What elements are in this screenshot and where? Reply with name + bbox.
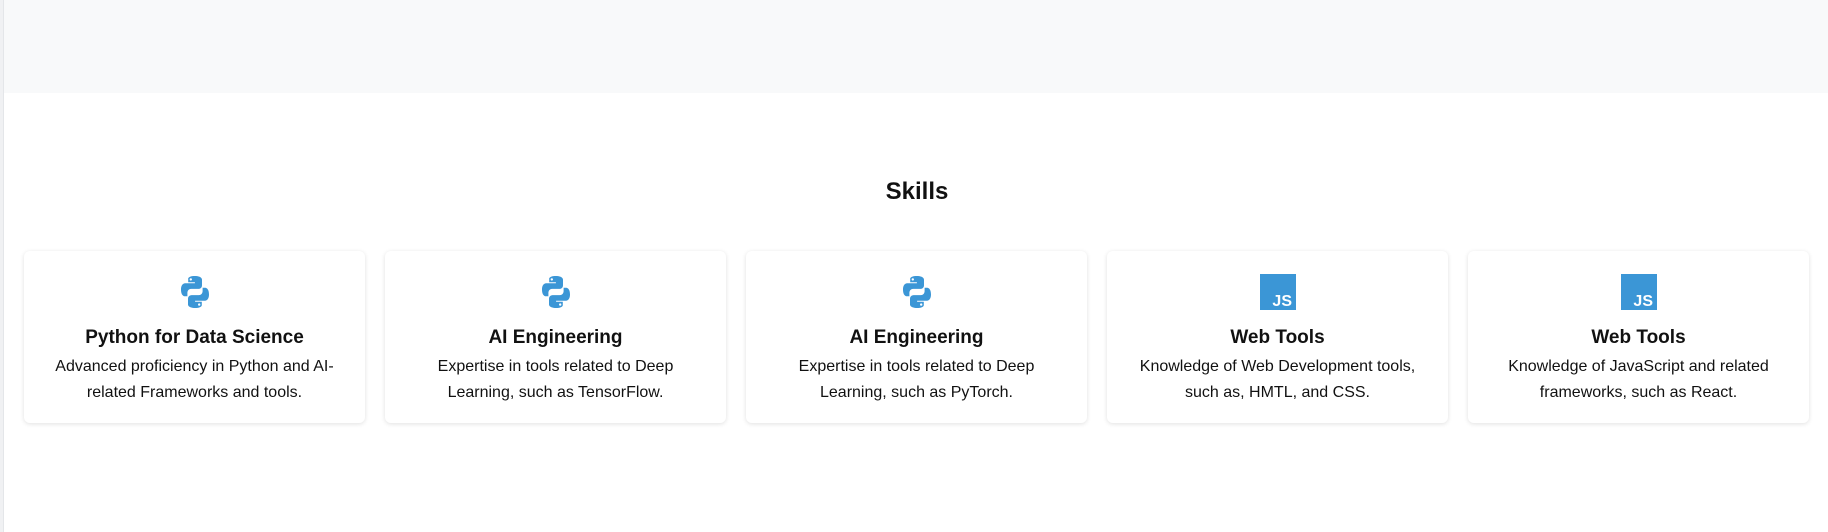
skill-card-description: Advanced proficiency in Python and AI-re… bbox=[55, 358, 334, 401]
svg-text:JS: JS bbox=[1272, 293, 1292, 310]
python-icon bbox=[177, 274, 213, 310]
python-icon bbox=[899, 274, 935, 310]
javascript-icon: JS bbox=[1259, 274, 1296, 310]
skill-card-title: AI Engineering bbox=[849, 327, 984, 348]
python-icon bbox=[538, 274, 574, 310]
svg-text:JS: JS bbox=[1633, 293, 1653, 310]
skill-card-title: Web Tools bbox=[1591, 327, 1686, 348]
skills-title: Skills bbox=[885, 178, 949, 205]
skill-card-description: Expertise in tools related to Deep Learn… bbox=[437, 358, 674, 401]
skill-card-description: Knowledge of JavaScript and related fram… bbox=[1508, 358, 1769, 401]
skill-card-description: Knowledge of Web Development tools, such… bbox=[1139, 358, 1416, 401]
javascript-icon: JS bbox=[1620, 274, 1657, 310]
skill-card-title: Python for Data Science bbox=[85, 327, 304, 348]
skills-card-list: Python for Data Science Advanced profici… bbox=[24, 251, 1812, 423]
skill-card-ai-engineering-tensorflow: AI Engineering Expertise in tools relate… bbox=[385, 251, 726, 423]
skill-card-title: Web Tools bbox=[1230, 327, 1325, 348]
skill-card-ai-engineering-pytorch: AI Engineering Expertise in tools relate… bbox=[746, 251, 1087, 423]
skill-card-description: Expertise in tools related to Deep Learn… bbox=[798, 358, 1035, 401]
header-band bbox=[4, 0, 1828, 93]
skill-card-title: AI Engineering bbox=[488, 327, 623, 348]
skill-card-web-tools-html-css: JS Web Tools Knowledge of Web Developmen… bbox=[1107, 251, 1448, 423]
skill-card-python-data-science: Python for Data Science Advanced profici… bbox=[24, 251, 365, 423]
skill-card-web-tools-javascript: JS Web Tools Knowledge of JavaScript and… bbox=[1468, 251, 1809, 423]
